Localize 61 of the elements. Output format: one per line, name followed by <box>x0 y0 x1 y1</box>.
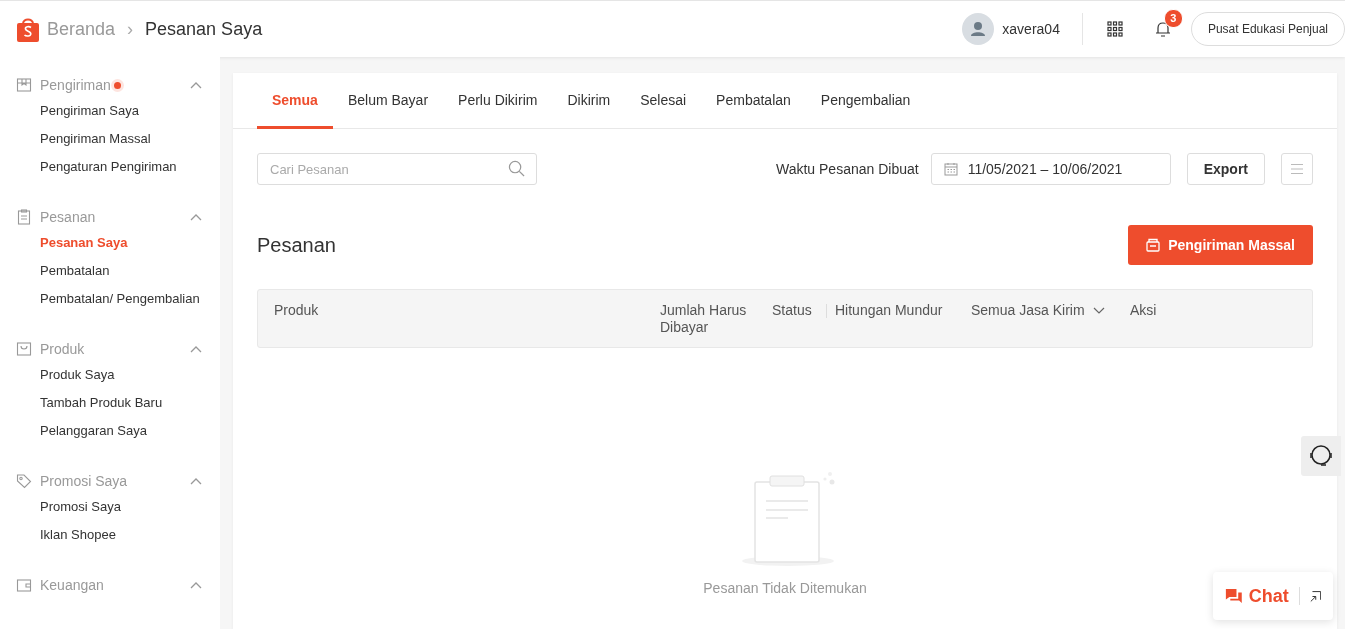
caret-icon[interactable] <box>190 345 202 353</box>
bulk-shipping-button[interactable]: Pengiriman Massal <box>1128 225 1313 265</box>
sidebar-item[interactable]: Tambah Produk Baru <box>16 389 163 417</box>
avatar-icon[interactable] <box>962 13 995 45</box>
sidebar-item[interactable]: Pembatalan <box>16 257 110 285</box>
section-title: Pesanan <box>257 233 336 257</box>
notification-badge: 3 <box>1163 9 1183 28</box>
sidebar-item[interactable]: Produk Saya <box>16 361 115 389</box>
tab[interactable]: Belum Bayar <box>332 73 444 129</box>
tag-icon <box>16 473 32 489</box>
help-button[interactable]: Pusat Edukasi Penjual <box>1190 12 1345 46</box>
column-header: Status <box>772 302 812 319</box>
list-icon <box>1290 163 1304 175</box>
calendar-icon <box>943 162 958 176</box>
tab[interactable]: Pembatalan <box>701 73 806 129</box>
sidebar-item[interactable]: Pelanggaran Saya <box>16 417 147 445</box>
courier-filter-dropdown[interactable]: Semua Jasa Kirim <box>971 302 1105 319</box>
sidebar-item[interactable]: Iklan Shopee <box>16 521 116 549</box>
column-header: Aksi <box>1130 302 1157 319</box>
column-header: Hitungan Mundur <box>835 302 943 319</box>
caret-icon[interactable] <box>190 213 202 221</box>
menu-button[interactable] <box>1281 153 1313 185</box>
chat-bubbles-icon[interactable] <box>1225 587 1243 605</box>
caret-icon[interactable] <box>190 477 202 485</box>
tab[interactable]: Semua <box>257 73 333 129</box>
export-button[interactable]: Export <box>1186 153 1265 185</box>
tab[interactable]: Pengembalian <box>805 73 926 129</box>
sidebar-item[interactable]: Pengiriman Massal <box>16 125 151 153</box>
bell-icon[interactable] <box>1154 20 1171 38</box>
headset-icon <box>1308 443 1334 469</box>
sidebar-item[interactable]: Pengiriman Saya <box>16 97 139 125</box>
sidebar-item[interactable]: Pengaturan Pengiriman <box>16 153 177 181</box>
search-icon[interactable] <box>508 160 525 177</box>
tab[interactable]: Perlu Dikirim <box>443 73 553 129</box>
caret-icon[interactable] <box>190 581 202 589</box>
sidebar-item[interactable]: Pesanan Saya <box>16 229 128 257</box>
username[interactable]: xavera04 <box>1002 21 1060 37</box>
tab[interactable]: Selesai <box>625 73 702 129</box>
expand-icon[interactable] <box>1309 589 1321 603</box>
date-filter-label: Waktu Pesanan Dibuat <box>775 161 919 177</box>
printer-icon <box>1146 238 1161 252</box>
column-header: Jumlah Harus Dibayar <box>660 302 748 336</box>
bag-icon <box>16 341 32 357</box>
apps-grid-icon[interactable] <box>1106 21 1123 37</box>
wallet-icon <box>16 577 32 593</box>
chat-label[interactable]: Chat <box>1248 585 1289 607</box>
page-title: Pesanan Saya <box>145 18 263 40</box>
shopping-bag-logo-icon[interactable] <box>16 16 40 42</box>
clipboard-icon <box>16 209 32 225</box>
breadcrumb-separator: › <box>127 18 134 40</box>
empty-state-message: Pesanan Tidak Ditemukan <box>703 580 867 596</box>
caret-icon[interactable] <box>190 81 202 89</box>
sidebar-item[interactable]: Pembatalan/ Pengembalian <box>16 285 200 313</box>
column-header: Produk <box>274 302 319 319</box>
chevron-down-icon <box>1092 307 1105 315</box>
box-icon <box>16 77 32 93</box>
tab[interactable]: Dikirim <box>552 73 626 129</box>
sidebar-item[interactable]: Promosi Saya <box>16 493 121 521</box>
search-field[interactable]: Cari Pesanan <box>257 153 537 185</box>
date-range-field[interactable]: 11/05/2021 – 10/06/2021 <box>930 153 1171 185</box>
support-button[interactable] <box>1301 436 1341 476</box>
